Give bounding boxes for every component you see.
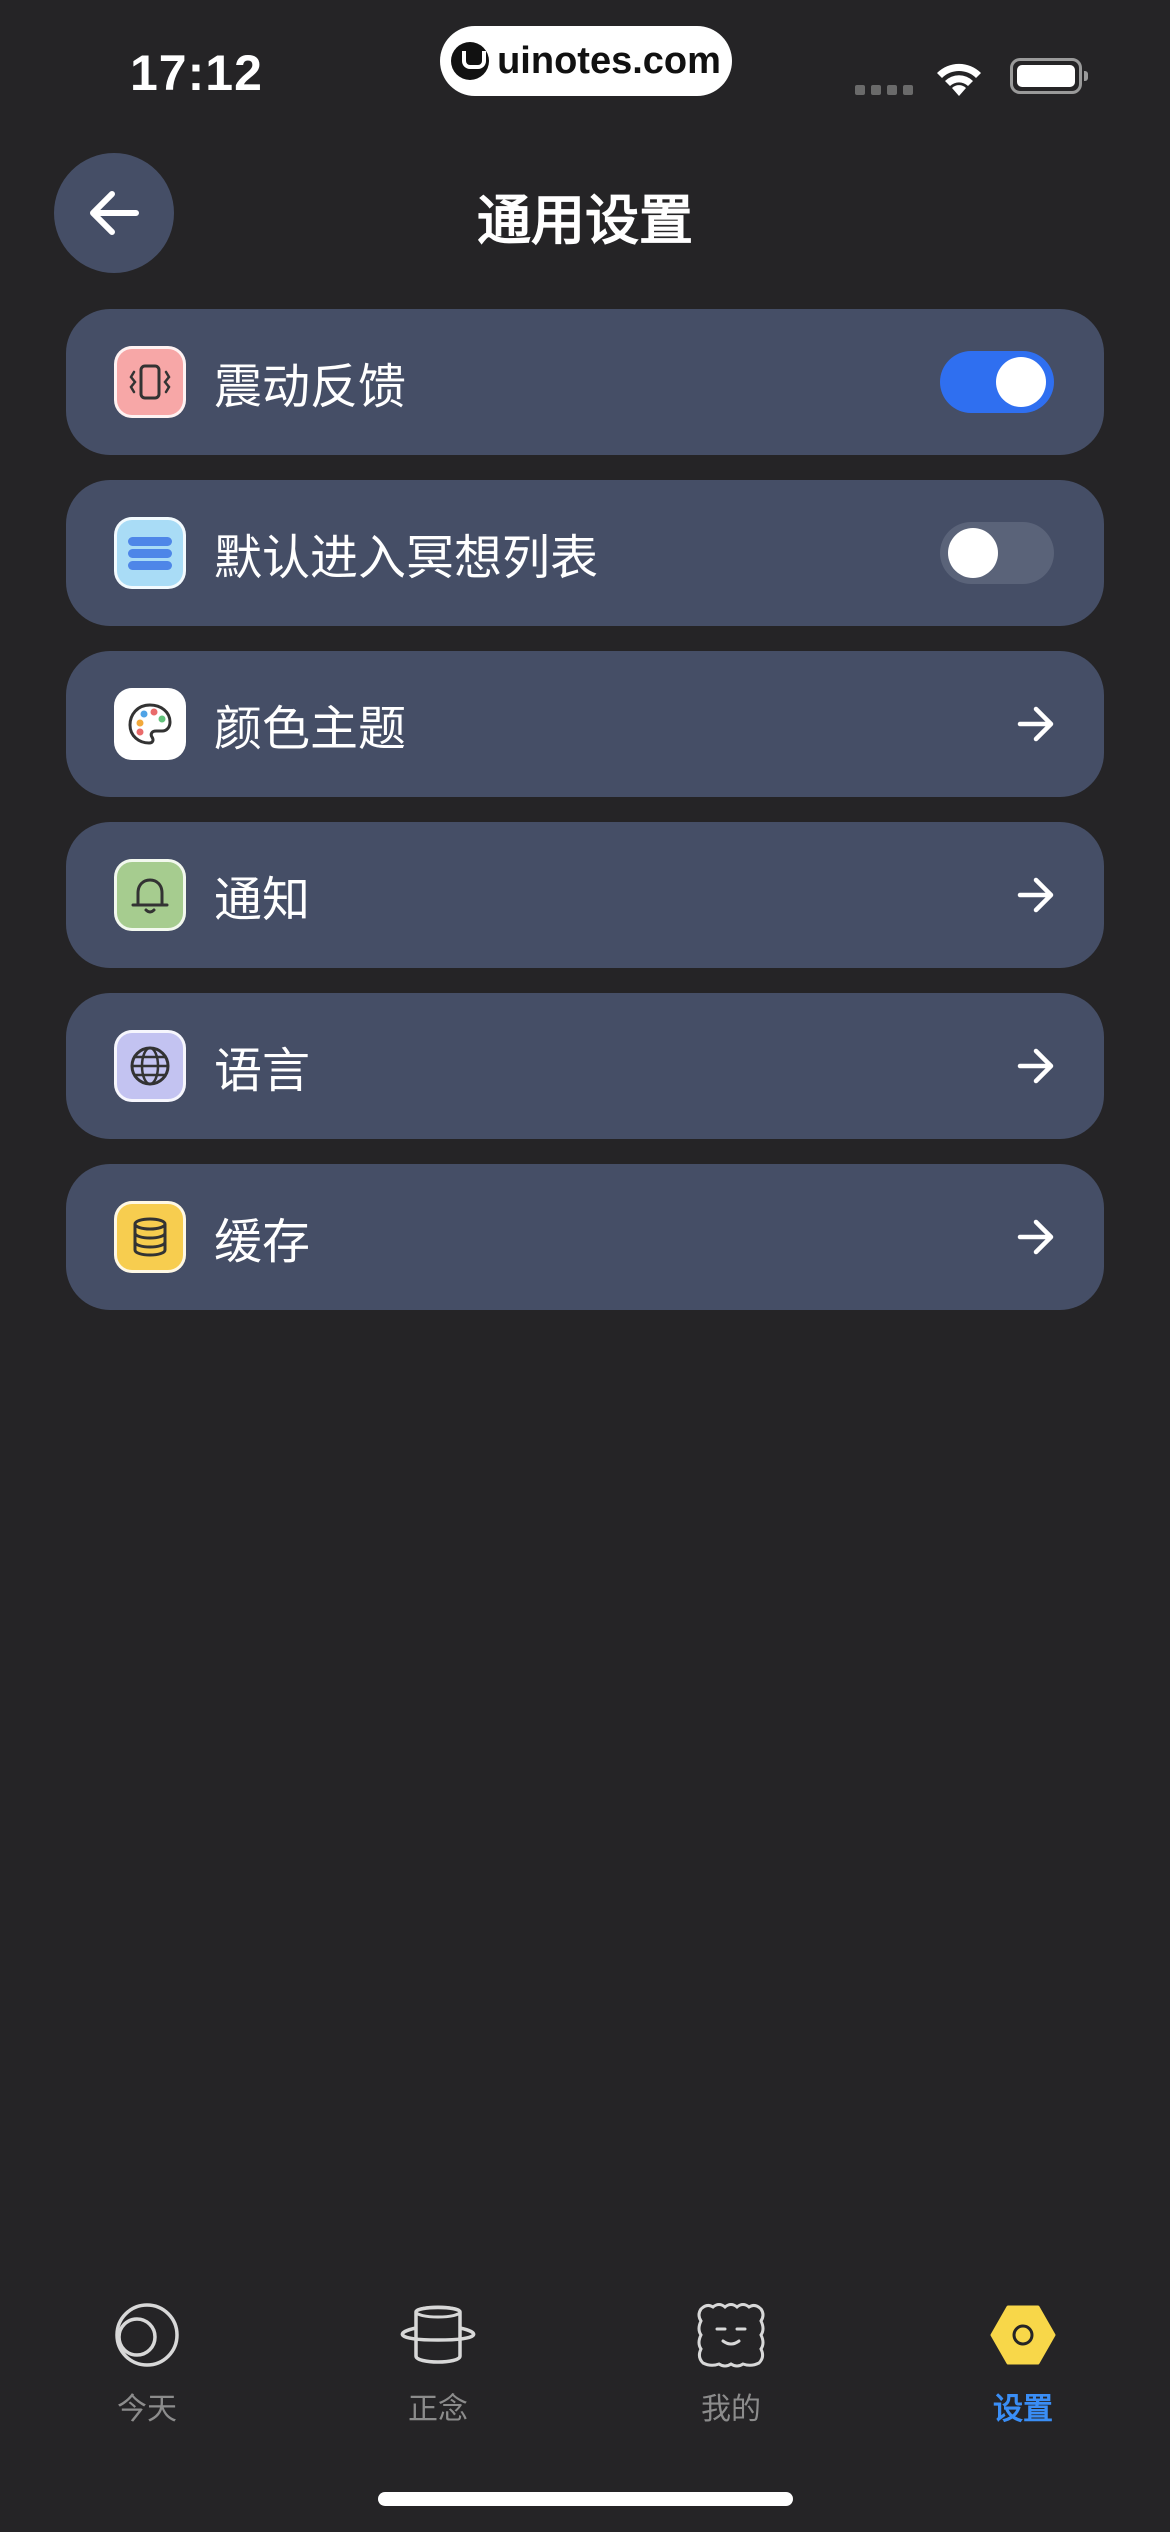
moon-icon — [115, 2303, 179, 2367]
planet-icon — [400, 2305, 476, 2364]
tab-label: 正念 — [408, 2392, 468, 2427]
tab-mine[interactable]: 我的 — [651, 2290, 811, 2428]
setting-label: 默认进入冥想列表 — [214, 530, 599, 586]
hexagon-icon — [990, 2305, 1056, 2365]
toggle-knob — [996, 357, 1046, 407]
tab-today[interactable]: 今天 — [67, 2290, 227, 2428]
setting-row-vibration[interactable]: 震动反馈 — [66, 309, 1104, 455]
vibration-toggle[interactable] — [940, 351, 1054, 413]
arrow-right-icon — [1017, 877, 1054, 913]
setting-label: 缓存 — [214, 1214, 311, 1270]
arrow-right-icon — [1017, 1048, 1054, 1084]
setting-label: 震动反馈 — [214, 359, 407, 415]
setting-label: 通知 — [214, 872, 311, 928]
tab-label: 我的 — [701, 2392, 761, 2427]
cellular-signal-icon — [855, 85, 913, 95]
tab-bar: 今天 正念 我的 设置 — [0, 2290, 1170, 2440]
arrow-right-icon — [1017, 706, 1054, 742]
database-icon — [114, 1201, 186, 1273]
tab-label: 设置 — [993, 2392, 1053, 2427]
tab-settings[interactable]: 设置 — [943, 2290, 1103, 2428]
setting-row-notification[interactable]: 通知 — [66, 822, 1104, 968]
setting-row-language[interactable]: 语言 — [66, 993, 1104, 1139]
status-time: 17:12 — [130, 45, 263, 101]
page-title: 通用设置 — [477, 189, 693, 252]
globe-icon — [114, 1030, 186, 1102]
tab-mindfulness[interactable]: 正念 — [358, 2290, 518, 2428]
uinotes-logo-icon — [451, 42, 490, 80]
home-indicator[interactable] — [378, 2492, 793, 2506]
face-icon — [697, 2303, 765, 2368]
setting-row-color-theme[interactable]: 颜色主题 — [66, 651, 1104, 797]
battery-icon — [1010, 58, 1088, 94]
setting-row-cache[interactable]: 缓存 — [66, 1164, 1104, 1310]
toggle-knob — [948, 528, 998, 578]
settings-list: 震动反馈 默认进入冥想列表 颜色主题 通知 语言 缓存 — [66, 309, 1104, 1335]
arrow-right-icon — [1017, 1219, 1054, 1255]
bell-icon — [114, 859, 186, 931]
setting-row-meditation-list[interactable]: 默认进入冥想列表 — [66, 480, 1104, 626]
list-icon — [114, 517, 186, 589]
setting-label: 颜色主题 — [214, 701, 407, 757]
tab-label: 今天 — [117, 2392, 177, 2427]
setting-label: 语言 — [214, 1043, 311, 1099]
wifi-icon — [937, 63, 981, 96]
watermark-badge: uinotes.com — [440, 26, 732, 96]
palette-icon — [114, 688, 186, 760]
meditation-list-toggle[interactable] — [940, 522, 1054, 584]
vibration-icon — [114, 346, 186, 418]
watermark-text: uinotes.com — [497, 39, 721, 82]
